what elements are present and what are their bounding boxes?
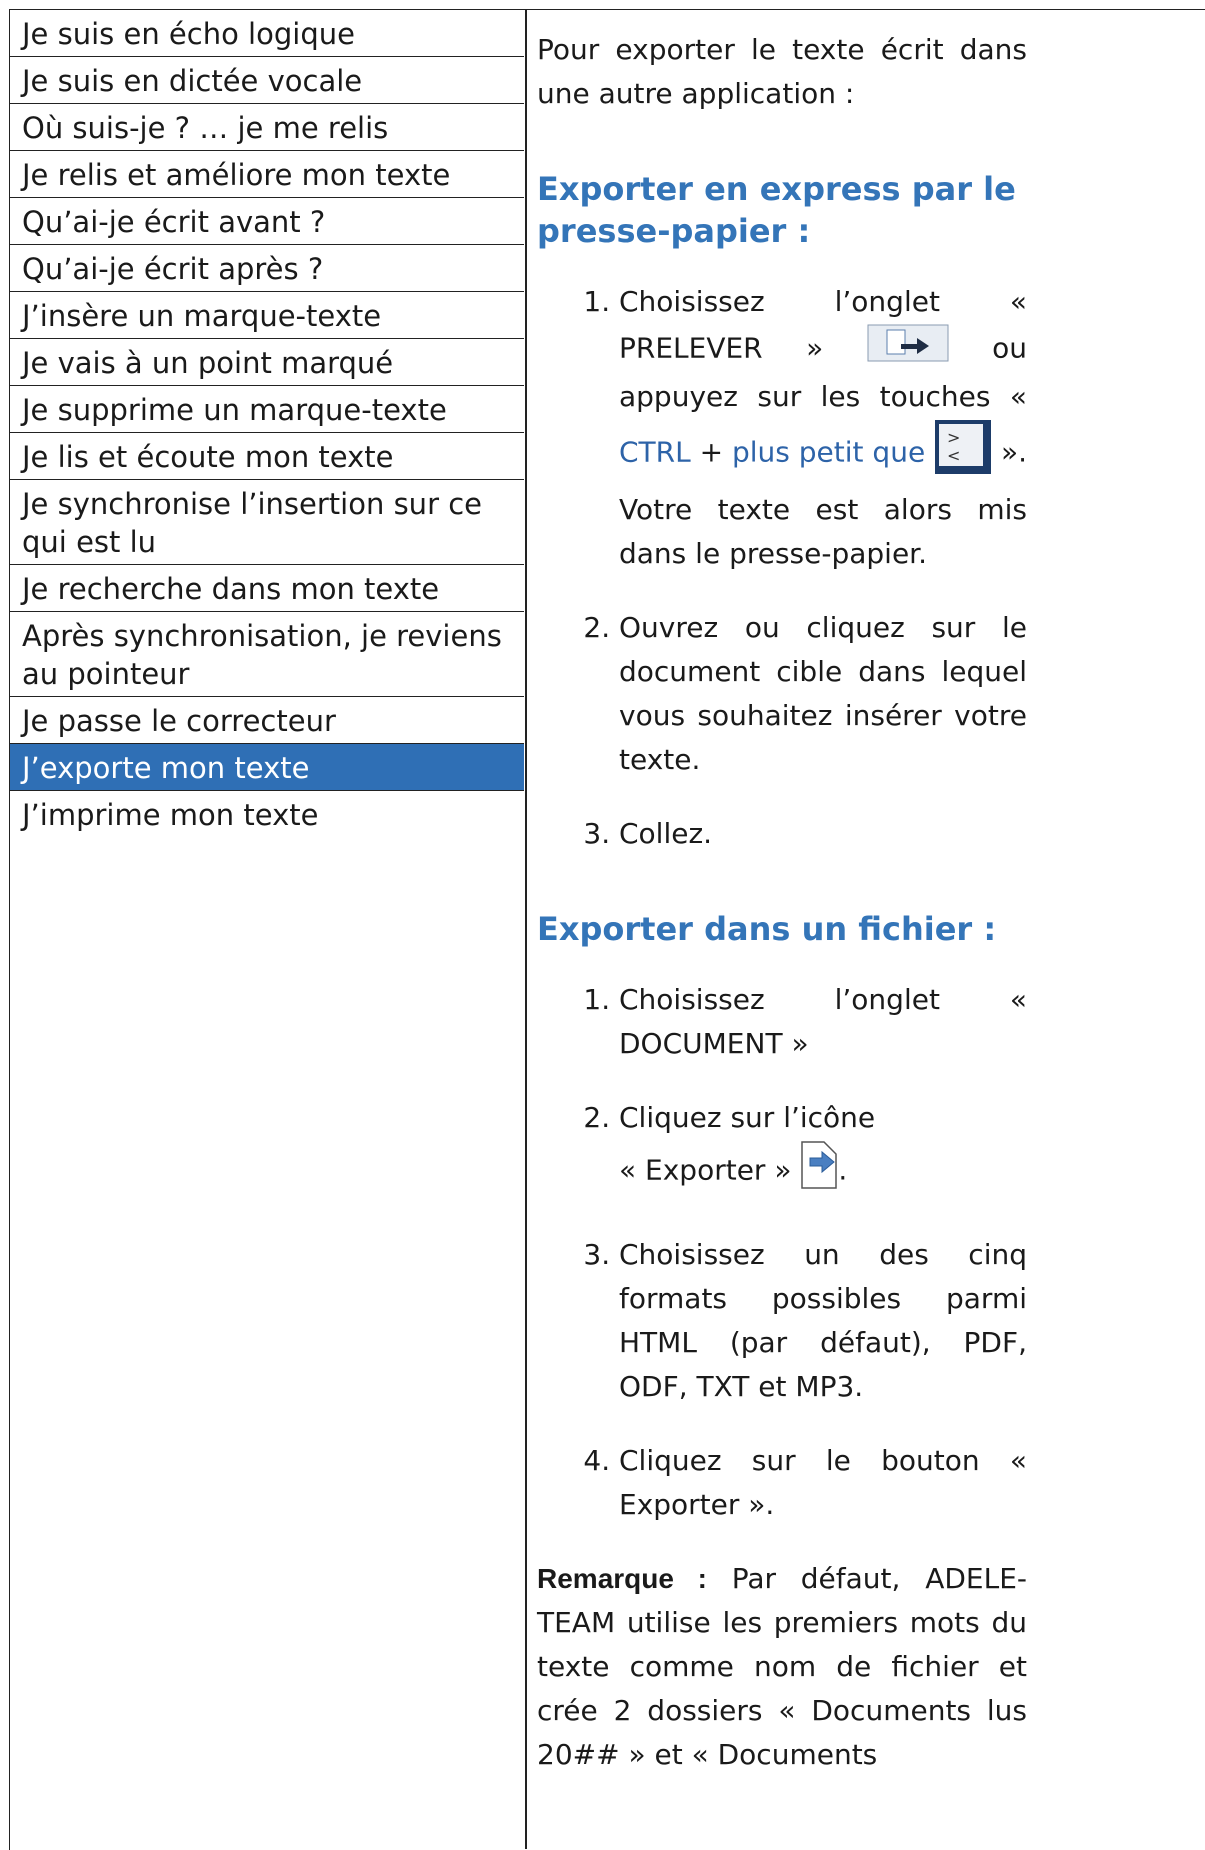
menu-item[interactable]: Après synchronisation, je reviens au poi… — [10, 612, 524, 697]
menu-item[interactable]: Je synchronise l’insertion sur ce qui es… — [10, 480, 524, 565]
export-document-icon — [800, 1140, 838, 1203]
file-step-3: Choisissez un des cinq formats possibles… — [619, 1233, 1027, 1409]
prelever-tab-icon — [867, 324, 949, 375]
menu-item[interactable]: Je relis et améliore mon texte — [10, 151, 524, 198]
menu-item[interactable]: Qu’ai-je écrit avant ? — [10, 198, 524, 245]
intro-text: Pour exporter le texte écrit dans une au… — [537, 33, 1027, 110]
menu-item[interactable]: J’imprime mon texte — [10, 791, 524, 837]
column-divider — [525, 9, 527, 1849]
clipboard-steps: Choisissez l’onglet « PRELEVER » ou appu… — [537, 280, 1027, 856]
menu-item[interactable]: Qu’ai-je écrit après ? — [10, 245, 524, 292]
menu-item[interactable]: Où suis-je ? … je me relis — [10, 104, 524, 151]
clipboard-step-2: Ouvrez ou cliquez sur le document cible … — [619, 606, 1027, 782]
file-steps: Choisissez l’onglet « DOCUMENT » Cliquez… — [537, 978, 1027, 1527]
help-content: Pour exporter le texte écrit dans une au… — [537, 28, 1027, 1777]
menu-item[interactable]: Je recherche dans mon texte — [10, 565, 524, 612]
topic-menu: Je suis en écho logique Je suis en dicté… — [10, 10, 524, 837]
clipboard-step-1: Choisissez l’onglet « PRELEVER » ou appu… — [619, 280, 1027, 576]
menu-item[interactable]: J’insère un marque-texte — [10, 292, 524, 339]
menu-item[interactable]: Je supprime un marque-texte — [10, 386, 524, 433]
menu-item[interactable]: Je lis et écoute mon texte — [10, 433, 524, 480]
file-step-1: Choisissez l’onglet « DOCUMENT » — [619, 978, 1027, 1066]
menu-item-active[interactable]: J’exporte mon texte — [10, 744, 524, 791]
remark-label: Remarque : — [537, 1563, 707, 1594]
svg-text:<: < — [947, 446, 960, 465]
remark: Remarque : Par défaut, ADELE-TEAM utilis… — [537, 1557, 1027, 1777]
file-step-2: Cliquez sur l’icône « Exporter » . — [619, 1096, 1027, 1203]
svg-text:>: > — [947, 428, 960, 447]
clipboard-step-3: Collez. — [619, 812, 1027, 856]
file-step-4: Cliquez sur le bouton « Exporter ». — [619, 1439, 1027, 1527]
menu-item[interactable]: Je vais à un point marqué — [10, 339, 524, 386]
section-title-clipboard: Exporter en express par le presse-papier… — [537, 170, 1016, 250]
menu-item[interactable]: Je passe le correcteur — [10, 697, 524, 744]
section-title-file: Exporter dans un fichier : — [537, 910, 997, 948]
menu-item[interactable]: Je suis en dictée vocale — [10, 57, 524, 104]
less-than-key-icon: > < — [934, 419, 992, 488]
menu-item[interactable]: Je suis en écho logique — [10, 10, 524, 57]
